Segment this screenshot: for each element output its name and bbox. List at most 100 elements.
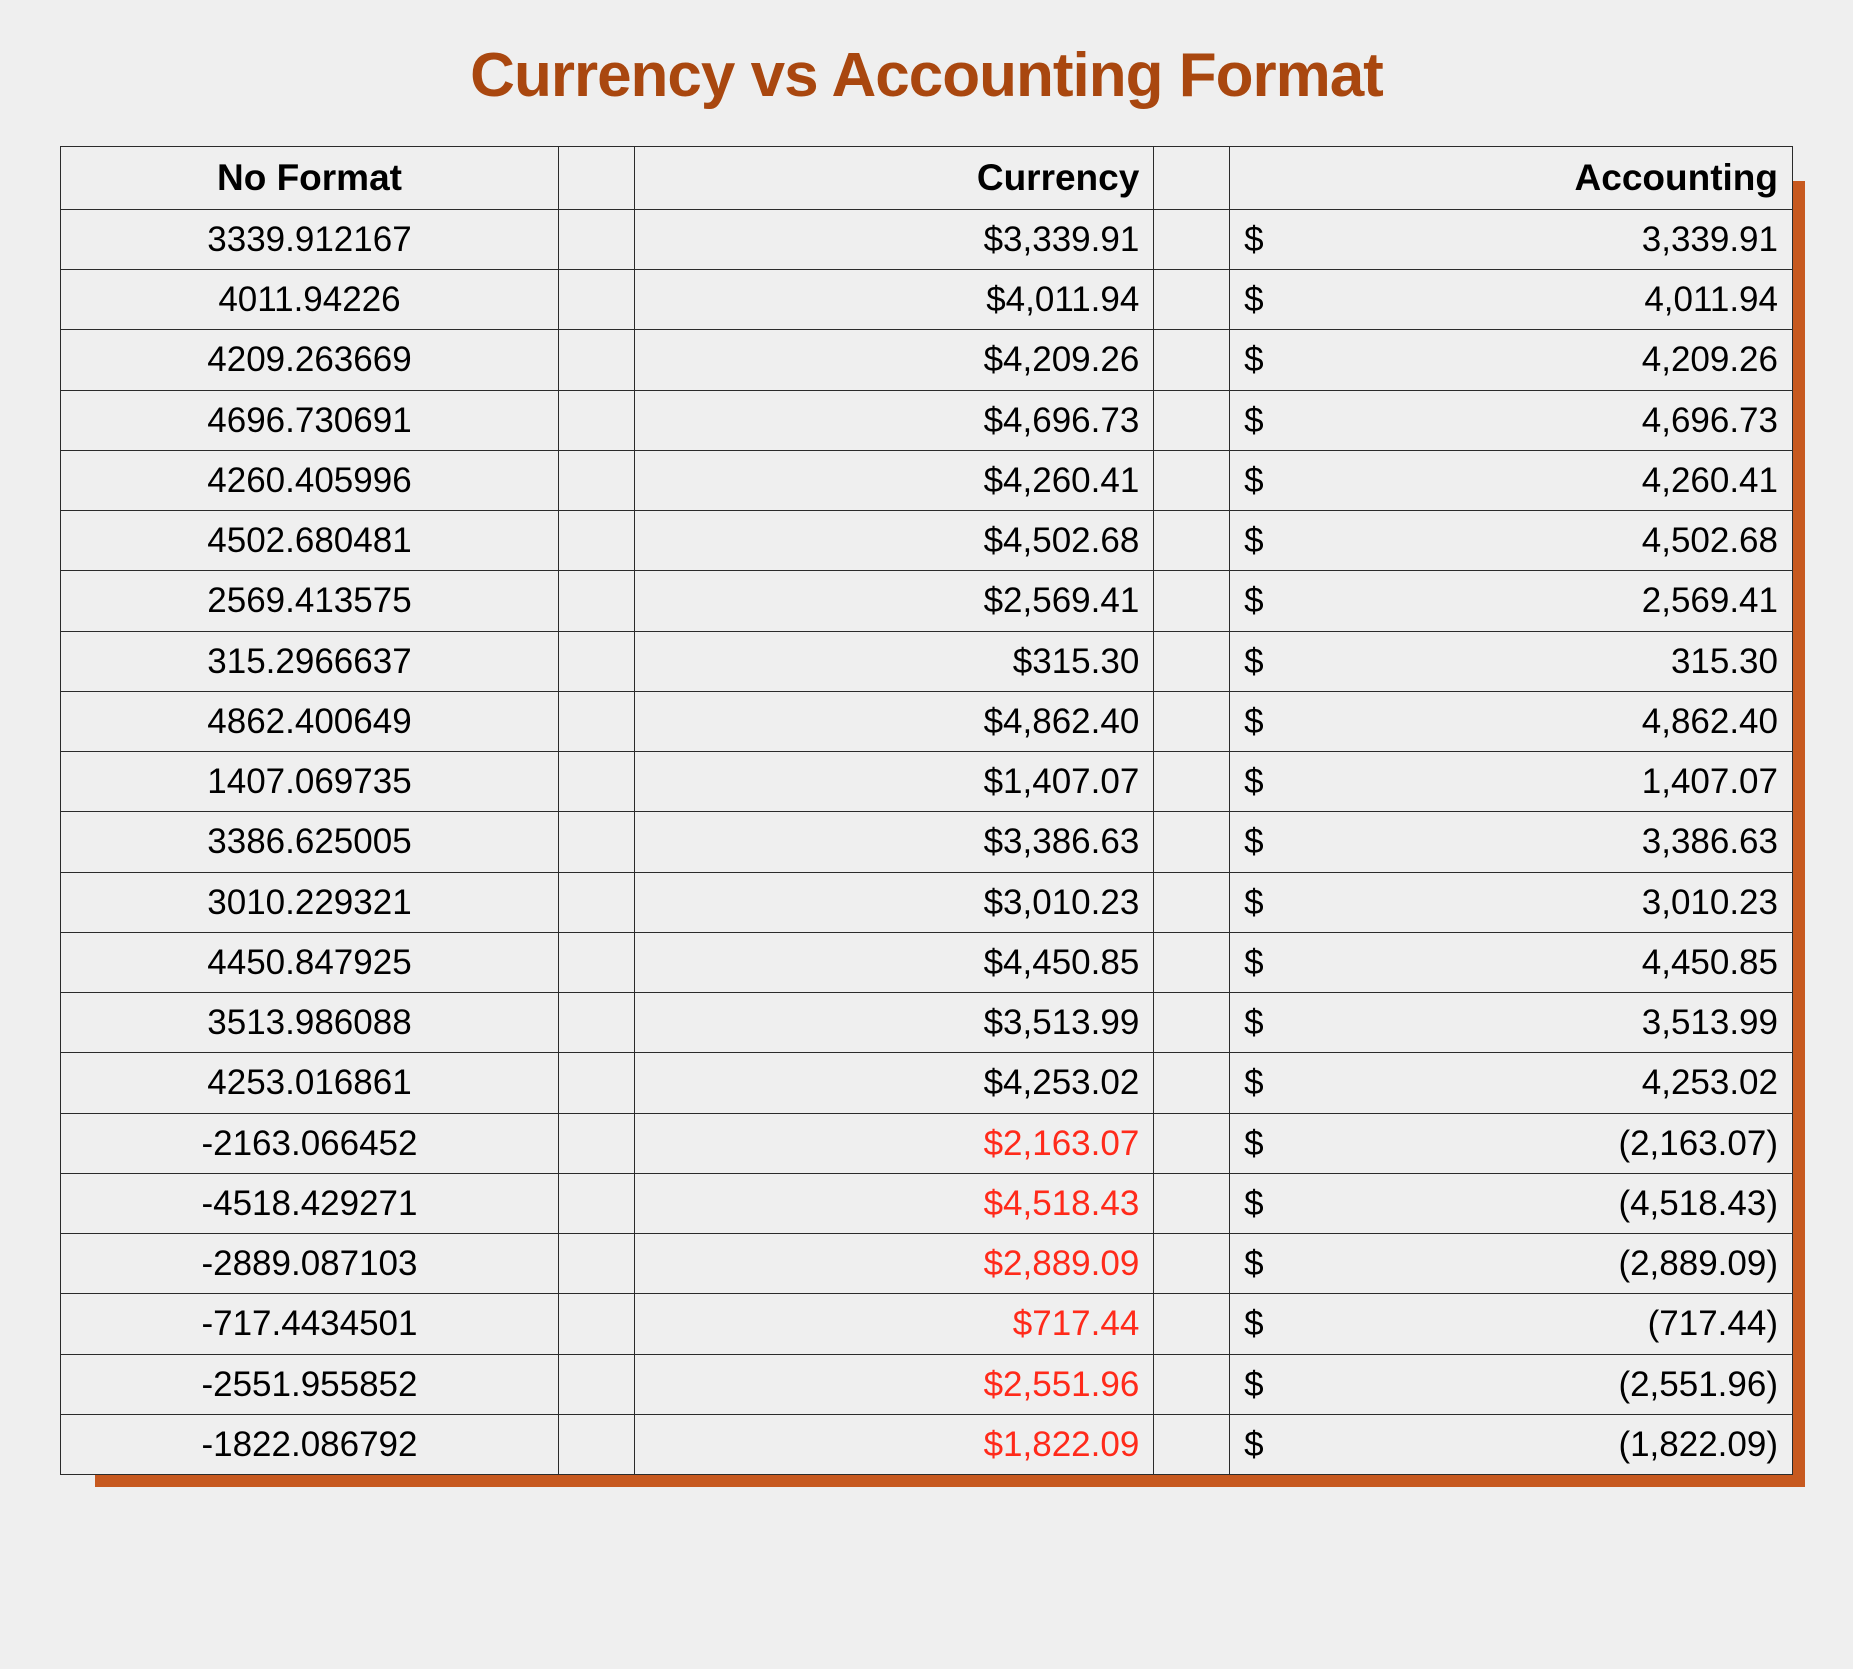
table-row: 4253.016861$4,253.02$4,253.02 <box>61 1053 1793 1113</box>
cell-accounting: $4,502.68 <box>1230 511 1793 571</box>
spacer-cell <box>1154 330 1230 390</box>
cell-currency: $2,551.96 <box>634 1354 1154 1414</box>
cell-accounting: $(717.44) <box>1230 1294 1793 1354</box>
accounting-value: 3,386.63 <box>1642 822 1778 861</box>
cell-accounting: $2,569.41 <box>1230 571 1793 631</box>
cell-currency: $315.30 <box>634 631 1154 691</box>
spacer-cell <box>1154 511 1230 571</box>
cell-noformat: -2889.087103 <box>61 1234 559 1294</box>
spacer-cell <box>558 993 634 1053</box>
accounting-value: 4,450.85 <box>1642 943 1778 982</box>
currency-symbol: $ <box>1244 939 1263 986</box>
accounting-value: 4,502.68 <box>1642 521 1778 560</box>
spacer-cell <box>558 511 634 571</box>
cell-accounting: $(2,551.96) <box>1230 1354 1793 1414</box>
cell-currency: $717.44 <box>634 1294 1154 1354</box>
cell-currency: $4,502.68 <box>634 511 1154 571</box>
accounting-value: (2,163.07) <box>1618 1124 1778 1163</box>
spacer-cell <box>1154 752 1230 812</box>
table-container: No Format Currency Accounting 3339.91216… <box>60 146 1793 1475</box>
spacer-cell <box>558 872 634 932</box>
accounting-value: 4,862.40 <box>1642 702 1778 741</box>
spacer-cell <box>558 1173 634 1233</box>
cell-accounting: $4,011.94 <box>1230 270 1793 330</box>
table-row: 315.2966637 $315.30 $315.30 <box>61 631 1793 691</box>
cell-accounting: $3,339.91 <box>1230 209 1793 269</box>
cell-accounting: $4,450.85 <box>1230 932 1793 992</box>
cell-noformat: 315.2966637 <box>61 631 559 691</box>
cell-currency: $1,407.07 <box>634 752 1154 812</box>
cell-noformat: 1407.069735 <box>61 752 559 812</box>
cell-noformat: 3339.912167 <box>61 209 559 269</box>
spacer-cell <box>1154 450 1230 510</box>
accounting-value: 4,209.26 <box>1642 340 1778 379</box>
spacer-cell <box>1154 1053 1230 1113</box>
cell-noformat: 4862.400649 <box>61 691 559 751</box>
cell-currency: $1,822.09 <box>634 1414 1154 1474</box>
spacer-cell <box>558 1294 634 1354</box>
cell-currency: $3,010.23 <box>634 872 1154 932</box>
currency-symbol: $ <box>1244 638 1263 685</box>
cell-noformat: -2551.955852 <box>61 1354 559 1414</box>
cell-noformat: 3386.625005 <box>61 812 559 872</box>
cell-currency: $2,163.07 <box>634 1113 1154 1173</box>
spacer-cell <box>1154 270 1230 330</box>
spacer-cell <box>558 691 634 751</box>
spacer-cell <box>558 330 634 390</box>
table-row: 2569.413575$2,569.41$2,569.41 <box>61 571 1793 631</box>
spacer-cell <box>558 631 634 691</box>
table-row: -1822.086792 $1,822.09 $(1,822.09) <box>61 1414 1793 1474</box>
spacer-cell <box>1154 209 1230 269</box>
spacer-cell <box>558 1053 634 1113</box>
cell-noformat: 4209.263669 <box>61 330 559 390</box>
cell-accounting: $3,386.63 <box>1230 812 1793 872</box>
accounting-value: (717.44) <box>1648 1304 1778 1343</box>
cell-noformat: -2163.066452 <box>61 1113 559 1173</box>
cell-currency: $4,011.94 <box>634 270 1154 330</box>
currency-symbol: $ <box>1244 1059 1263 1106</box>
currency-symbol: $ <box>1244 336 1263 383</box>
accounting-value: 4,696.73 <box>1642 401 1778 440</box>
spacer-cell <box>558 1414 634 1474</box>
accounting-value: 3,010.23 <box>1642 883 1778 922</box>
cell-noformat: 4011.94226 <box>61 270 559 330</box>
cell-currency: $2,889.09 <box>634 1234 1154 1294</box>
accounting-value: 315.30 <box>1671 642 1778 681</box>
spacer-cell <box>1154 993 1230 1053</box>
cell-accounting: $1,407.07 <box>1230 752 1793 812</box>
cell-noformat: -1822.086792 <box>61 1414 559 1474</box>
spacer-cell <box>1154 390 1230 450</box>
table-row: 4502.680481$4,502.68$4,502.68 <box>61 511 1793 571</box>
currency-symbol: $ <box>1244 879 1263 926</box>
cell-accounting: $(1,822.09) <box>1230 1414 1793 1474</box>
table-row: -2551.955852 $2,551.96 $(2,551.96) <box>61 1354 1793 1414</box>
accounting-value: (4,518.43) <box>1618 1184 1778 1223</box>
currency-symbol: $ <box>1244 457 1263 504</box>
spacer-cell <box>558 932 634 992</box>
spacer-cell <box>1154 1234 1230 1294</box>
format-comparison-table: No Format Currency Accounting 3339.91216… <box>60 146 1793 1475</box>
accounting-value: 1,407.07 <box>1642 762 1778 801</box>
cell-noformat: -4518.429271 <box>61 1173 559 1233</box>
spacer-cell <box>1154 631 1230 691</box>
spacer-cell <box>558 1354 634 1414</box>
spacer-cell <box>1154 1113 1230 1173</box>
table-row: 3513.986088$3,513.99$3,513.99 <box>61 993 1793 1053</box>
cell-noformat: 4260.405996 <box>61 450 559 510</box>
table-row: 3010.229321$3,010.23$3,010.23 <box>61 872 1793 932</box>
cell-accounting: $3,513.99 <box>1230 993 1793 1053</box>
table-row: 3339.912167 $3,339.91$3,339.91 <box>61 209 1793 269</box>
accounting-value: 4,011.94 <box>1644 280 1778 319</box>
cell-accounting: $(2,889.09) <box>1230 1234 1793 1294</box>
accounting-value: (2,889.09) <box>1618 1244 1778 1283</box>
cell-currency: $4,518.43 <box>634 1173 1154 1233</box>
cell-noformat: 4253.016861 <box>61 1053 559 1113</box>
currency-symbol: $ <box>1244 758 1263 805</box>
cell-noformat: 2569.413575 <box>61 571 559 631</box>
col-header-currency: Currency <box>634 147 1154 210</box>
cell-currency: $4,450.85 <box>634 932 1154 992</box>
spacer-cell <box>1154 812 1230 872</box>
currency-symbol: $ <box>1244 216 1263 263</box>
cell-currency: $4,696.73 <box>634 390 1154 450</box>
accounting-value: 3,339.91 <box>1642 220 1778 259</box>
